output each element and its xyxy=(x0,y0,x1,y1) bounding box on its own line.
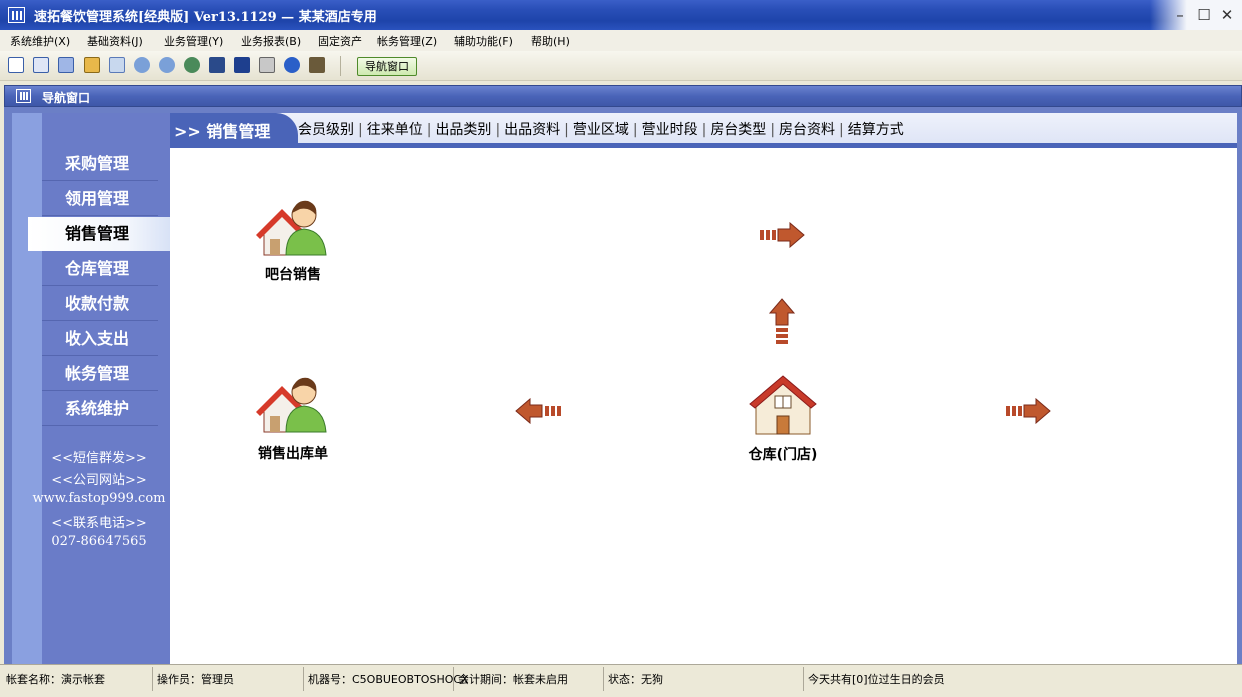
menu-bar: 系统维护(X) 基础资料(J) 业务管理(Y) 业务报表(B) 固定资产 帐务管… xyxy=(0,30,1242,51)
search-icon[interactable] xyxy=(109,57,125,73)
menu-help[interactable]: 帮助(H) xyxy=(531,33,570,49)
quick-links: 会员级别 | 往来单位 | 出品类别 | 出品资料 | 营业区域 | 营业时段 | 房台类型 | 房台资料 |… xyxy=(298,122,904,138)
menu-tools[interactable]: 辅助功能(F) xyxy=(454,33,513,49)
status-machine: 机器号：C5OBUEOBTOSHOCX xyxy=(308,673,469,686)
warehouse-node[interactable] xyxy=(748,372,818,438)
window-title: 速拓餐饮管理系统[经典版] Ver13.1129 — 某某酒店专用 xyxy=(34,10,377,25)
sidebar-item-payments[interactable]: 收款付款 xyxy=(42,287,158,321)
menu-basic-data[interactable]: 基础资料(J) xyxy=(87,33,143,49)
sidebar-item-sales[interactable]: 销售管理 xyxy=(28,217,170,251)
link-partners[interactable]: 往来单位 xyxy=(367,122,423,138)
arrow-right-icon xyxy=(1006,398,1051,424)
sales-outbound-node[interactable] xyxy=(256,374,332,436)
sms-link[interactable]: <<短信群发>> xyxy=(12,447,186,466)
sidebar-item-system[interactable]: 系统维护 xyxy=(42,392,158,426)
section-tab: >> 销售管理 xyxy=(170,113,298,143)
print-icon[interactable] xyxy=(259,57,275,73)
main-content: >> 销售管理 会员级别 | 往来单位 | 出品类别 | 出品资料 | 营业区域 | 营业时段 | 房台… xyxy=(170,113,1237,664)
sidebar-item-requisition[interactable]: 领用管理 xyxy=(42,182,158,216)
status-account: 帐套名称：演示帐套 xyxy=(6,673,105,686)
link-product-data[interactable]: 出品资料 xyxy=(504,122,560,138)
phone-number: 027-86647565 xyxy=(51,534,147,549)
app-window: 速拓餐饮管理系统[经典版] Ver13.1129 — 某某酒店专用 – ☐ ✕ … xyxy=(0,0,1242,697)
bar-sales-label[interactable]: 吧台销售 xyxy=(265,264,321,284)
minimize-button[interactable]: – xyxy=(1170,6,1190,24)
sidebar-item-warehouse[interactable]: 仓库管理 xyxy=(42,252,158,286)
link-business-area[interactable]: 营业区域 xyxy=(573,122,629,138)
list-icon[interactable] xyxy=(33,57,49,73)
warehouse-label[interactable]: 仓库(门店) xyxy=(749,444,818,464)
app-icon xyxy=(16,89,31,103)
users-icon[interactable] xyxy=(184,57,200,73)
help-icon[interactable] xyxy=(284,57,300,73)
link-product-category[interactable]: 出品类别 xyxy=(435,122,491,138)
status-period: 会计期间：帐套未启用 xyxy=(458,673,568,686)
arrow-right-icon xyxy=(760,222,805,248)
link-settlement[interactable]: 结算方式 xyxy=(848,122,904,138)
nav-window-header: 导航窗口 xyxy=(4,85,1242,107)
status-bar: 帐套名称：演示帐套 操作员：管理员 机器号：C5OBUEOBTOSHOCX 会计… xyxy=(0,664,1242,697)
sales-outbound-label[interactable]: 销售出库单 xyxy=(258,443,328,463)
bar-sales-node[interactable] xyxy=(256,197,332,259)
link-room-data[interactable]: 房台资料 xyxy=(779,122,835,138)
arrow-up-icon xyxy=(768,298,796,344)
link-member-level[interactable]: 会员级别 xyxy=(298,122,354,138)
menu-fixed-assets[interactable]: 固定资产 xyxy=(318,33,362,49)
status-operator: 操作员：管理员 xyxy=(157,673,234,686)
website-url[interactable]: www.fastop999.com xyxy=(12,491,186,506)
link-business-period[interactable]: 营业时段 xyxy=(642,122,698,138)
link-room-type[interactable]: 房台类型 xyxy=(710,122,766,138)
cashier-house-icon xyxy=(256,377,327,433)
calculator-icon[interactable] xyxy=(209,57,225,73)
sidebar-item-income-expense[interactable]: 收入支出 xyxy=(42,322,158,356)
toolbar xyxy=(0,51,1242,81)
nav-window-title: 导航窗口 xyxy=(42,91,91,105)
windows-icon[interactable] xyxy=(58,57,74,73)
exit-icon[interactable] xyxy=(309,57,325,73)
new-window-icon[interactable] xyxy=(8,57,24,73)
website-link[interactable]: <<公司网站>> xyxy=(12,469,186,488)
app-icon xyxy=(8,7,25,23)
sidebar-item-accounts[interactable]: 帐务管理 xyxy=(42,357,158,391)
sidebar-item-purchase[interactable]: 采购管理 xyxy=(42,147,158,181)
cashier-house-icon xyxy=(256,200,327,256)
menu-system[interactable]: 系统维护(X) xyxy=(10,33,70,49)
warehouse-house-icon xyxy=(749,375,817,435)
menu-business[interactable]: 业务管理(Y) xyxy=(164,33,223,49)
report-icon[interactable] xyxy=(84,57,100,73)
nav-window-button[interactable]: 导航窗口 xyxy=(357,57,417,76)
status-birthday: 今天共有[0]位过生日的会员 xyxy=(808,673,945,686)
close-button[interactable]: ✕ xyxy=(1217,6,1237,24)
menu-accounts[interactable]: 帐务管理(Z) xyxy=(377,33,437,49)
arrow-left-icon xyxy=(515,398,561,424)
contact-link[interactable]: <<联系电话>> xyxy=(12,512,186,531)
import-icon[interactable] xyxy=(134,57,150,73)
status-state: 状态：无狗 xyxy=(608,673,663,686)
section-title: >> 销售管理 xyxy=(174,122,271,141)
export-icon[interactable] xyxy=(159,57,175,73)
maximize-button[interactable]: ☐ xyxy=(1194,6,1214,24)
menu-reports[interactable]: 业务报表(B) xyxy=(241,33,301,49)
save-icon[interactable] xyxy=(234,57,250,73)
section-header: >> 销售管理 会员级别 | 往来单位 | 出品类别 | 出品资料 | 营业区域 | 营业时段 | 房台… xyxy=(170,113,1237,148)
title-bar: 速拓餐饮管理系统[经典版] Ver13.1129 — 某某酒店专用 – ☐ ✕ xyxy=(0,0,1242,30)
